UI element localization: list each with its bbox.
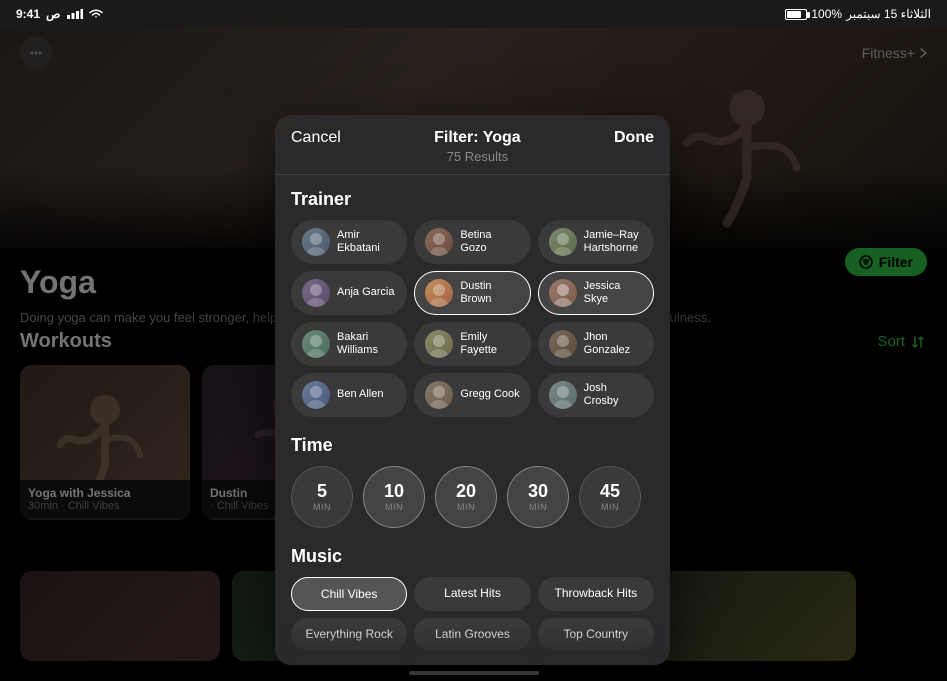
trainer-avatar-gc [425, 381, 453, 409]
music-chip-chillvibes[interactable]: Chill Vibes [291, 577, 407, 611]
avatar-face [425, 330, 453, 358]
trainer-chip-ba[interactable]: Ben Allen [291, 373, 407, 417]
trainer-avatar-bg [425, 228, 453, 256]
trainer-chip-ef[interactable]: Emily Fayette [414, 322, 530, 366]
trainer-name-gc: Gregg Cook [460, 388, 519, 401]
status-right: الثلاثاء 15 سبتمبر 100% [785, 7, 931, 21]
trainer-name-jg: Jhon Gonzalez [584, 331, 643, 357]
trainer-avatar-jg [549, 330, 577, 358]
trainer-chip-js[interactable]: Jessica Skye [538, 271, 654, 315]
avatar-face [425, 279, 453, 307]
time-unit-10: MIN [385, 502, 403, 512]
trainer-avatar-ag [302, 279, 330, 307]
trainer-section-title: Trainer [291, 189, 654, 210]
trainer-name-db: Dustin Brown [460, 280, 519, 306]
modal-cancel-button[interactable]: Cancel [291, 129, 341, 147]
trainer-avatar-bw [302, 330, 330, 358]
home-indicator [409, 671, 539, 675]
trainer-grid: Amir Ekbatani Betina Gozo [291, 220, 654, 417]
filter-modal: Cancel Filter: Yoga 75 Results Done Trai… [275, 115, 670, 665]
date-display: الثلاثاء 15 سبتمبر [846, 7, 931, 21]
time-value-20: 20 [456, 482, 476, 500]
avatar-face [302, 228, 330, 256]
avatar-face [302, 279, 330, 307]
music-chip-upbeat[interactable]: Upbeat Anthems [538, 657, 654, 665]
time-value-30: 30 [528, 482, 548, 500]
trainer-chip-jc[interactable]: Josh Crosby [538, 373, 654, 417]
time-unit-5: MIN [313, 502, 331, 512]
music-chip-throwbackhits[interactable]: Throwback Hits [538, 577, 654, 611]
music-chip-latesthits[interactable]: Latest Hits [414, 577, 530, 611]
trainer-avatar-js [549, 279, 577, 307]
trainer-chip-db[interactable]: Dustin Brown [414, 271, 530, 315]
trainer-avatar-ef [425, 330, 453, 358]
modal-done-button[interactable]: Done [614, 129, 654, 147]
time-value-45: 45 [600, 482, 620, 500]
avatar-face [549, 228, 577, 256]
modal-title-block: Filter: Yoga 75 Results [341, 129, 614, 164]
trainer-avatar-ba [302, 381, 330, 409]
trainer-chip-jrh[interactable]: Jamie–Ray Hartshorne [538, 220, 654, 264]
modal-body: Trainer Amir Ekbatani [275, 175, 670, 665]
time-unit-20: MIN [457, 502, 475, 512]
trainer-name-bw: Bakari Williams [337, 331, 396, 357]
trainer-name-jc: Josh Crosby [584, 382, 643, 408]
time-section-title: Time [291, 435, 654, 456]
battery-percent: 100% [811, 7, 842, 21]
avatar-face [549, 330, 577, 358]
avatar-face [302, 330, 330, 358]
music-grid: Chill Vibes Latest Hits Throwback Hits E… [291, 577, 654, 665]
ampm-display: ص [46, 7, 61, 21]
time-unit-45: MIN [601, 502, 619, 512]
wifi-icon [89, 9, 103, 19]
trainer-name-ef: Emily Fayette [460, 331, 519, 357]
trainer-name-js: Jessica Skye [584, 280, 643, 306]
time-chip-30[interactable]: 30 MIN [507, 466, 569, 528]
time-chip-10[interactable]: 10 MIN [363, 466, 425, 528]
trainer-name-ae: Amir Ekbatani [337, 229, 396, 255]
time-unit-30: MIN [529, 502, 547, 512]
trainer-avatar-jc [549, 381, 577, 409]
avatar-face [549, 279, 577, 307]
music-chip-everythingrock[interactable]: Everything Rock [291, 618, 407, 650]
avatar-face [425, 228, 453, 256]
time-display: 9:41 [16, 7, 40, 21]
trainer-name-ba: Ben Allen [337, 388, 383, 401]
music-chip-purepop[interactable]: Pure Pop [414, 657, 530, 665]
trainer-chip-jg[interactable]: Jhon Gonzalez [538, 322, 654, 366]
status-left: 9:41 ص [16, 7, 103, 21]
time-section: Time 5 MIN 10 MIN 20 MIN 30 MIN [291, 435, 654, 528]
music-chip-topcountry[interactable]: Top Country [538, 618, 654, 650]
trainer-avatar-ae [302, 228, 330, 256]
status-bar: 9:41 ص الثلاثاء 15 سبتمبر 100% [0, 0, 947, 28]
time-circles: 5 MIN 10 MIN 20 MIN 30 MIN 45 MIN [291, 466, 654, 528]
trainer-chip-ae[interactable]: Amir Ekbatani [291, 220, 407, 264]
music-chip-latingrooves[interactable]: Latin Grooves [414, 618, 530, 650]
time-chip-5[interactable]: 5 MIN [291, 466, 353, 528]
trainer-name-bg: Betina Gozo [460, 229, 519, 255]
time-chip-45[interactable]: 45 MIN [579, 466, 641, 528]
time-value-10: 10 [384, 482, 404, 500]
time-chip-20[interactable]: 20 MIN [435, 466, 497, 528]
battery-icon [785, 9, 807, 20]
time-value-5: 5 [317, 482, 327, 500]
signal-icon [67, 9, 83, 19]
music-chip-hiphop[interactable]: Hip Hop/R&B [291, 657, 407, 665]
trainer-name-jrh: Jamie–Ray Hartshorne [584, 229, 643, 255]
trainer-avatar-db [425, 279, 453, 307]
modal-title: Filter: Yoga [341, 129, 614, 147]
trainer-avatar-jrh [549, 228, 577, 256]
modal-results: 75 Results [341, 149, 614, 164]
trainer-chip-bg[interactable]: Betina Gozo [414, 220, 530, 264]
avatar-face [549, 381, 577, 409]
avatar-face [425, 381, 453, 409]
modal-header: Cancel Filter: Yoga 75 Results Done [275, 115, 670, 175]
trainer-chip-gc[interactable]: Gregg Cook [414, 373, 530, 417]
trainer-chip-ag[interactable]: Anja Garcia [291, 271, 407, 315]
avatar-face [302, 381, 330, 409]
trainer-chip-bw[interactable]: Bakari Williams [291, 322, 407, 366]
music-section-title: Music [291, 546, 654, 567]
music-section: Music Chill Vibes Latest Hits Throwback … [291, 546, 654, 665]
trainer-name-ag: Anja Garcia [337, 286, 394, 299]
